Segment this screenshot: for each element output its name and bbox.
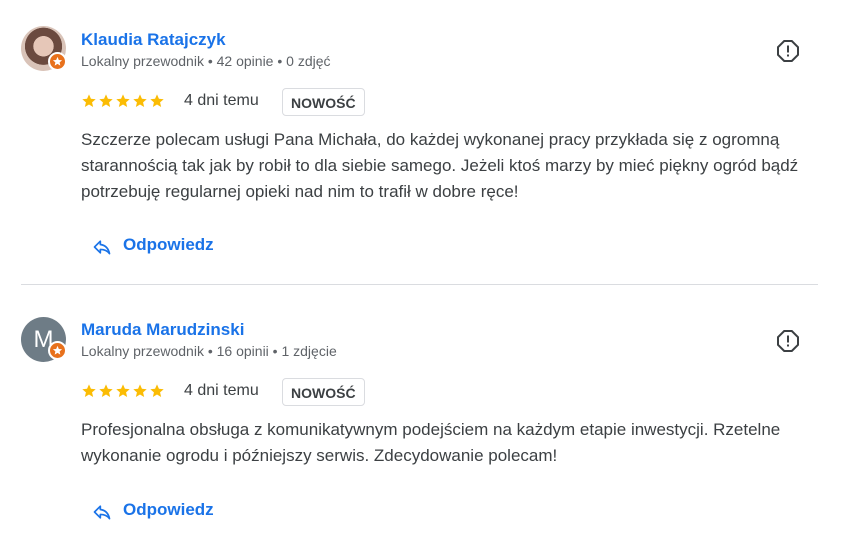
new-badge: NOWOŚĆ [282,378,365,406]
star-icon [133,384,147,397]
review-text: Profesjonalna obsługa z komunikatywnym p… [81,420,781,465]
star-icon [82,94,96,107]
report-icon[interactable] [776,329,800,353]
star-icon [82,384,96,397]
review-time: 4 dni temu [184,382,259,399]
local-guide-badge-icon [48,341,67,360]
reply-label: Odpowiedz [123,235,214,254]
star-icon [99,94,113,107]
report-icon[interactable] [776,39,800,63]
reply-icon [93,240,111,255]
reply-label: Odpowiedz [123,500,214,519]
rating-stars [81,383,166,401]
new-badge: NOWOŚĆ [282,88,365,116]
star-icon [150,94,164,107]
author-name[interactable]: Maruda Marudzinski [81,320,244,340]
rating-stars [81,93,166,111]
divider [21,284,818,285]
star-icon [99,384,113,397]
star-icon [133,94,147,107]
author-name[interactable]: Klaudia Ratajczyk [81,30,226,50]
star-icon [116,94,130,107]
author-meta: Lokalny przewodnik • 16 opinii • 1 zdjęc… [81,343,337,359]
review-text: Szczerze polecam usługi Pana Michała, do… [81,130,799,201]
author-meta: Lokalny przewodnik • 42 opinie • 0 zdjęć [81,53,331,69]
star-icon [150,384,164,397]
reply-icon [93,505,111,520]
review-time: 4 dni temu [184,92,259,109]
star-icon [116,384,130,397]
local-guide-badge-icon [48,52,67,71]
